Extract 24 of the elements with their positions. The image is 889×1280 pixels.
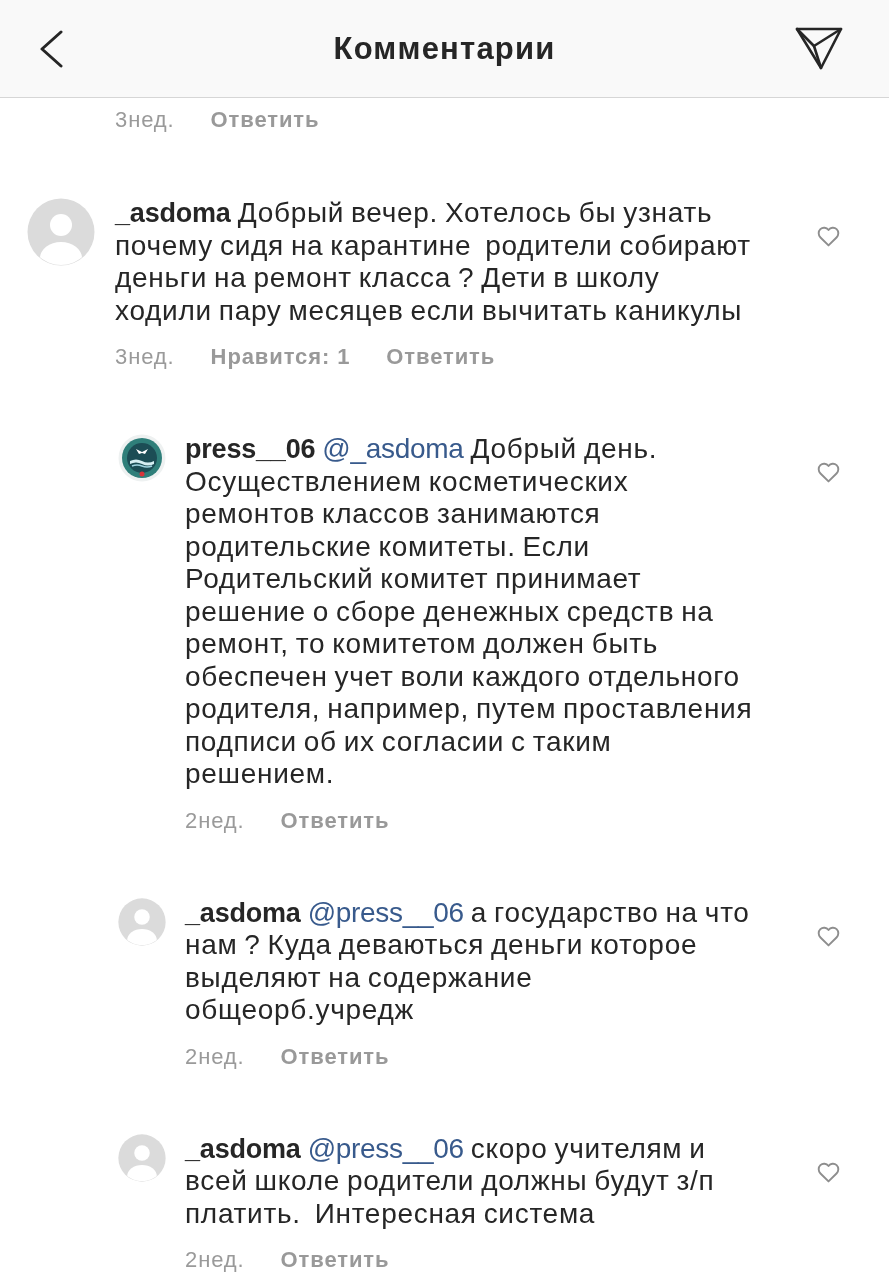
timestamp: 2нед. (185, 1042, 245, 1071)
timestamp: 3нед. (115, 343, 175, 371)
comment-text: press__06 @_asdoma Добрый день. Осуществлением косметических ремонтов классов занимаются родительские комитеты. Если Родительский комитет принимает решение о сборе денежных средств на ремонт, то комитетом должен быть обеспечен учет воли каждого отдельного родителя, например, путем проставления подписи об их согласии с таким решением. (185, 433, 754, 791)
emblem-avatar-icon[interactable] (118, 434, 166, 482)
back-icon[interactable] (39, 29, 63, 68)
header-title: Комментарии (333, 30, 556, 67)
heart-icon[interactable] (817, 462, 840, 483)
mention-link[interactable]: @press__06 (307, 1132, 464, 1164)
comment-text: _asdoma @press__06 а государство на что нам ? Куда деваються деньги которое выделяют на содержание общеорб.учредж (185, 896, 751, 1027)
heart-icon[interactable] (817, 226, 840, 247)
username-link[interactable]: _asdoma (185, 897, 301, 928)
username-link[interactable]: _asdoma (115, 198, 231, 228)
heart-icon[interactable] (817, 925, 840, 947)
mention-link[interactable]: @press__06 (307, 896, 464, 928)
username-link[interactable]: _asdoma (185, 1133, 301, 1164)
send-icon[interactable] (795, 26, 843, 71)
comment-text: _asdoma @press__06 скоро учителям и всей школе родители должны будут з/п платить. Интересная система (185, 1132, 716, 1230)
timestamp: 2нед. (185, 1246, 245, 1274)
mention-link[interactable]: @_asdoma (322, 433, 464, 464)
comment-text: _asdoma Добрый вечер. Хотелось бы узнать почему сидя на карантине родители собирают деньги на ремонт класса ? Дети в школу ходили пару месяцев если вычитать каникулы (115, 197, 752, 327)
heart-icon[interactable] (817, 1161, 840, 1183)
username-link[interactable]: press__06 (185, 434, 316, 464)
timestamp: 3нед. (115, 106, 175, 134)
timestamp: 2нед. (185, 806, 245, 835)
